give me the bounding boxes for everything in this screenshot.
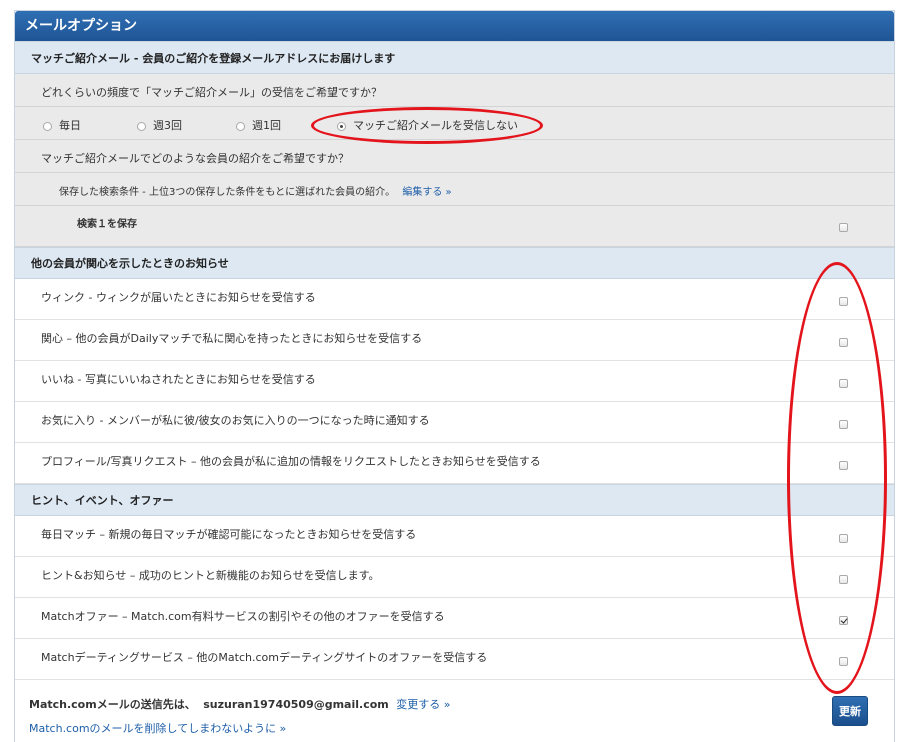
freq-option-label: マッチご紹介メールを受信しない: [353, 119, 518, 132]
freq-option-label: 毎日: [59, 119, 81, 132]
freq-question-row: どれくらいの頻度で「マッチご紹介メール」の受信をご希望ですか？: [15, 74, 894, 107]
interest-label-wink: ウィンク - ウィンクが届いたときにお知らせを受信する: [41, 291, 316, 304]
interest-row-like: いいね - 写真にいいねされたときにお知らせを受信する: [15, 361, 894, 402]
match-section-header: マッチご紹介メール - 会員のご紹介を登録メールアドレスにお届けします: [15, 41, 894, 74]
sender-email: suzuran19740509@gmail.com: [203, 698, 389, 711]
interest-row-wink: ウィンク - ウィンクが届いたときにお知らせを受信する: [15, 279, 894, 320]
hints-label-dating-service: Matchデーティングサービス – 他のMatch.comデーティングサイトのオ…: [41, 651, 488, 664]
interest-label-profile-request: プロフィール/写真リクエスト – 他の会員が私に追加の情報をリクエストしたときお…: [41, 455, 541, 468]
interest-label-interest: 関心 – 他の会員がDailyマッチで私に関心を持ったときにお知らせを受信する: [41, 332, 423, 345]
freq-option-3-per-week[interactable]: 週3回: [137, 117, 182, 133]
prevent-delete-link[interactable]: Match.comのメールを削除してしまわないように »: [29, 720, 286, 736]
saved-search-description: 保存した検索条件 - 上位3つの保存した条件をもとに選ばれた会員の紹介。: [59, 187, 396, 198]
radio-daily[interactable]: [43, 121, 52, 131]
radio-weekly[interactable]: [236, 121, 245, 131]
interest-row-favorite: お気に入り - メンバーが私に彼/彼女のお気に入りの一つになった時に通知する: [15, 402, 894, 443]
freq-option-weekly[interactable]: 週1回: [236, 117, 281, 133]
saved-search-checkbox[interactable]: [839, 223, 848, 232]
freq-option-label: 週3回: [153, 119, 182, 132]
type-question-row: マッチご紹介メールでどのような会員の紹介をご希望ですか？: [15, 140, 894, 173]
hints-section-header: ヒント、イベント、オファー: [15, 484, 894, 516]
panel-title: メールオプション: [15, 11, 894, 41]
type-question: マッチご紹介メールでどのような会員の紹介をご希望ですか？: [41, 152, 349, 165]
interest-row-interest: 関心 – 他の会員がDailyマッチで私に関心を持ったときにお知らせを受信する: [15, 320, 894, 361]
interest-row-profile-request: プロフィール/写真リクエスト – 他の会員が私に追加の情報をリクエストしたときお…: [15, 443, 894, 484]
hints-row-match-offer: Matchオファー – Match.com有料サービスの割引やその他のオファーを…: [15, 598, 894, 639]
favorite-checkbox[interactable]: [839, 420, 848, 429]
freq-option-none[interactable]: マッチご紹介メールを受信しない: [337, 117, 518, 133]
hints-row-tips: ヒント&お知らせ – 成功のヒントと新機能のお知らせを受信します。: [15, 557, 894, 598]
mail-options-panel: メールオプション マッチご紹介メール - 会員のご紹介を登録メールアドレスにお届…: [14, 10, 895, 742]
hints-label-daily-match: 毎日マッチ – 新規の毎日マッチが確認可能になったときお知らせを受信する: [41, 528, 417, 541]
freq-option-label: 週1回: [252, 119, 281, 132]
edit-link[interactable]: 編集する »: [402, 187, 451, 198]
footer: Match.comメールの送信先は、 suzuran19740509@gmail…: [15, 680, 894, 740]
freq-question: どれくらいの頻度で「マッチご紹介メール」の受信をご希望ですか？: [41, 86, 382, 99]
change-email-link[interactable]: 変更する »: [396, 698, 450, 711]
interest-label-like: いいね - 写真にいいねされたときにお知らせを受信する: [41, 373, 316, 386]
freq-option-daily[interactable]: 毎日: [43, 117, 81, 133]
saved-search-item-label: 検索１を保存: [77, 219, 137, 230]
saved-search-item-row: 検索１を保存: [15, 206, 894, 247]
freq-options-row: 毎日 週3回 週1回 マッチご紹介メールを受信しない: [15, 107, 894, 140]
radio-none[interactable]: [337, 121, 346, 131]
saved-search-row: 保存した検索条件 - 上位3つの保存した条件をもとに選ばれた会員の紹介。 編集す…: [15, 173, 894, 206]
hints-row-dating-service: Matchデーティングサービス – 他のMatch.comデーティングサイトのオ…: [15, 639, 894, 680]
tips-checkbox[interactable]: [839, 575, 848, 584]
dating-service-checkbox[interactable]: [839, 657, 848, 666]
update-button[interactable]: 更新: [832, 696, 868, 726]
saved-search-text: 保存した検索条件 - 上位3つの保存した条件をもとに選ばれた会員の紹介。 編集す…: [59, 183, 452, 198]
interest-label-favorite: お気に入り - メンバーが私に彼/彼女のお気に入りの一つになった時に通知する: [41, 414, 430, 427]
profile-request-checkbox[interactable]: [839, 461, 848, 470]
hints-row-daily-match: 毎日マッチ – 新規の毎日マッチが確認可能になったときお知らせを受信する: [15, 516, 894, 557]
wink-checkbox[interactable]: [839, 297, 848, 306]
daily-match-checkbox[interactable]: [839, 534, 848, 543]
hints-label-match-offer: Matchオファー – Match.com有料サービスの割引やその他のオファーを…: [41, 610, 445, 623]
match-offer-checkbox[interactable]: [839, 616, 848, 625]
radio-3-per-week[interactable]: [137, 121, 146, 131]
like-checkbox[interactable]: [839, 379, 848, 388]
sender-label: Match.comメールの送信先は、: [29, 698, 196, 711]
sender-line: Match.comメールの送信先は、 suzuran19740509@gmail…: [29, 696, 450, 712]
interest-section-header: 他の会員が関心を示したときのお知らせ: [15, 247, 894, 279]
hints-label-tips: ヒント&お知らせ – 成功のヒントと新機能のお知らせを受信します。: [41, 569, 380, 582]
interest-checkbox[interactable]: [839, 338, 848, 347]
